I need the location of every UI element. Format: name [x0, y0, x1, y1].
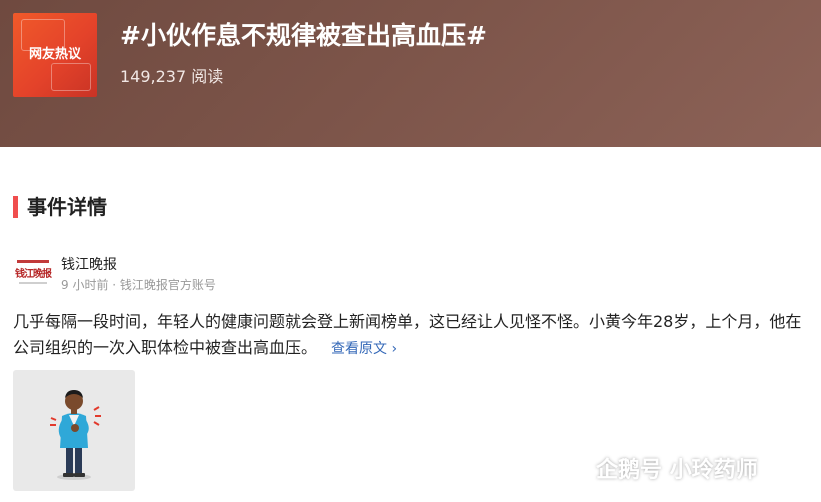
man-clutching-chest-illustration: [50, 390, 101, 480]
source-meta: 9 小时前 · 钱江晚报官方账号: [61, 278, 216, 292]
penguin-icon: [566, 455, 588, 486]
speech-bubble-icon: [51, 63, 91, 91]
logo-text: 钱江晚报: [15, 269, 52, 280]
article-thumbnail[interactable]: [13, 370, 135, 491]
logo-underline: [19, 282, 47, 284]
read-original-link[interactable]: 查看原文 ›: [331, 341, 397, 357]
topic-header: 网友热议 #小伙作息不规律被查出高血压# 149,237 阅读: [0, 0, 821, 147]
watermark: 企鹅号 小玲药师: [566, 455, 758, 486]
topic-title: #小伙作息不规律被查出高血压#: [120, 21, 487, 50]
source-logo[interactable]: 钱江晚报: [13, 256, 53, 294]
section-accent-bar: [13, 196, 18, 218]
section-title: 事件详情: [27, 195, 107, 219]
article-text: 几乎每隔一段时间，年轻人的健康问题就会登上新闻榜单，这已经让人见怪不怪。小黄今年…: [13, 312, 802, 357]
source-name[interactable]: 钱江晚报: [61, 255, 117, 275]
badge-label: 网友热议: [28, 47, 81, 62]
read-count: 149,237 阅读: [120, 67, 224, 86]
article-summary: 几乎每隔一段时间，年轻人的健康问题就会登上新闻榜单，这已经让人见怪不怪。小黄今年…: [13, 309, 813, 362]
watermark-text: 企鹅号 小玲药师: [596, 458, 758, 483]
logo-stripe: [17, 260, 49, 263]
topic-badge-image: 网友热议: [13, 13, 97, 97]
